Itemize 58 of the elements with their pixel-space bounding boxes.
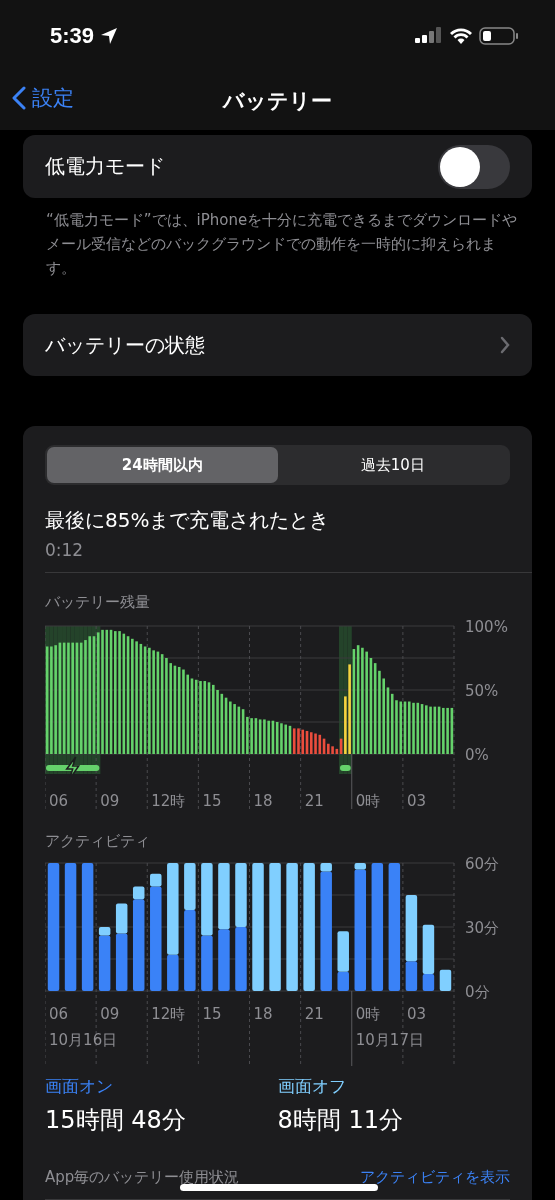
section-title: App毎のバッテリー使用状況	[45, 1168, 240, 1187]
axis-label: 0%	[465, 746, 489, 764]
axis-label: 0時	[355, 1005, 381, 1023]
axis-label: 15	[202, 792, 222, 810]
stat-value: 15時間 48分	[45, 1105, 187, 1136]
chart-title: アクティビティ	[45, 832, 151, 851]
axis-label: 09	[100, 1005, 120, 1023]
row-label: バッテリーの状態	[45, 331, 205, 359]
axis-label: 60分	[465, 855, 500, 873]
wifi-icon	[449, 27, 473, 45]
axis-label: 06	[49, 792, 69, 810]
axis-label: 15	[202, 1005, 222, 1023]
axis-label: 50%	[465, 682, 499, 700]
page-title: バッテリー	[223, 88, 332, 115]
chart-title: バッテリー残量	[45, 593, 151, 612]
location-arrow-icon	[100, 27, 119, 45]
axis-label: 18	[253, 1005, 273, 1023]
segment-tab[interactable]: 過去10日	[277, 447, 508, 483]
legend-label: 画面オン	[45, 1075, 114, 1098]
battery-health-row[interactable]: バッテリーの状態	[23, 314, 532, 376]
axis-label: 0分	[465, 983, 490, 1001]
signal-icon	[415, 27, 443, 45]
footnote: “低電力モード”では、iPhoneを十分に充電できるまでダウンロードやメール受信などのバックグラウンドでの動作を一時的に抑えられます。	[45, 210, 519, 279]
axis-label: 100%	[465, 618, 508, 636]
axis-label: 03	[406, 792, 426, 810]
date-label: 10月16日	[49, 1031, 118, 1049]
axis-label: 12時	[151, 1005, 186, 1023]
axis-label: 30分	[465, 919, 500, 937]
bar	[218, 863, 230, 930]
back-chevron-icon	[12, 86, 26, 110]
chevron-icon	[500, 336, 510, 354]
last-charge-title: 最後に85%まで充電されたとき	[45, 507, 331, 534]
stat-value: 8時間 11分	[277, 1105, 404, 1136]
bar	[201, 935, 213, 991]
bar	[235, 863, 247, 927]
axis-label: 06	[49, 1005, 69, 1023]
segment-tab[interactable]: 24時間以内	[47, 447, 278, 483]
axis-label: 18	[253, 792, 273, 810]
show-activity-link[interactable]: アクティビティを表示	[360, 1168, 510, 1187]
axis-label: 21	[304, 792, 324, 810]
legend-label: 画面オフ	[277, 1075, 347, 1098]
axis-label: 0時	[355, 792, 381, 810]
battery-icon	[479, 26, 519, 46]
axis-label: 09	[100, 792, 120, 810]
bar	[439, 969, 452, 991]
back-label[interactable]: 設定	[32, 84, 74, 112]
last-charge-time: 0:12	[45, 540, 85, 560]
setting-label: 低電力モード	[45, 153, 165, 180]
charging-indicator	[339, 765, 351, 771]
back-button[interactable]: 設定	[12, 84, 74, 112]
axis-label: 03	[406, 1005, 426, 1023]
clock: 5:39	[50, 23, 95, 49]
bar	[235, 927, 247, 991]
date-label: 10月17日	[355, 1031, 424, 1049]
axis-label: 21	[304, 1005, 324, 1023]
bar	[218, 929, 230, 991]
axis-label: 12時	[151, 792, 186, 810]
toggle-switch[interactable]	[438, 144, 510, 189]
